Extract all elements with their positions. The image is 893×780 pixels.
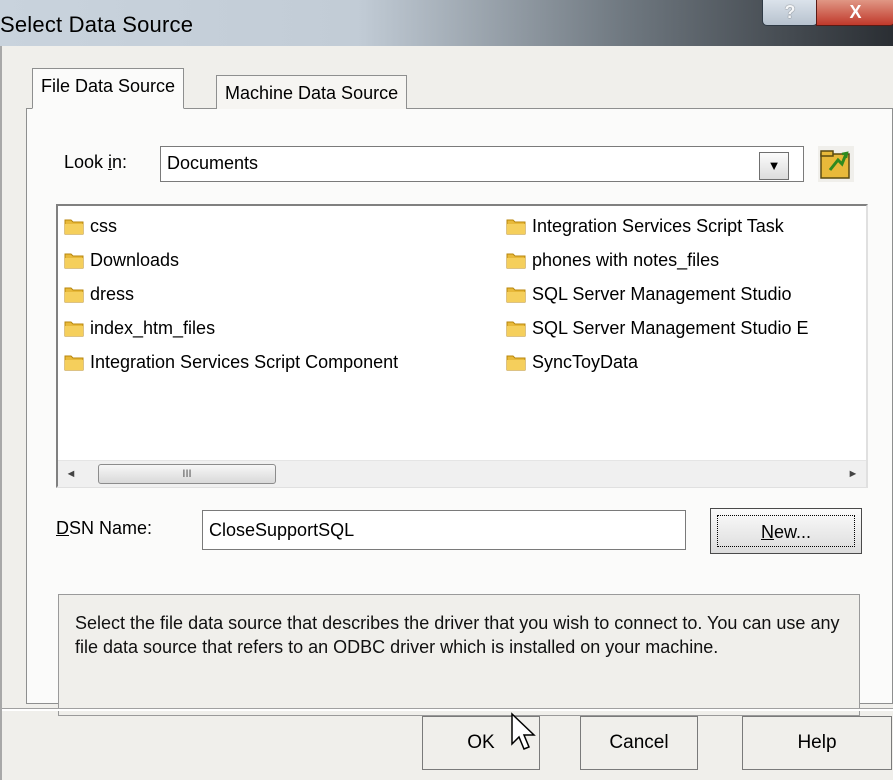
folder-up-icon bbox=[820, 150, 850, 179]
mouse-cursor-icon bbox=[511, 712, 536, 750]
title-bar: Select Data Source ? X bbox=[0, 0, 893, 46]
list-item[interactable]: SQL Server Management Studio bbox=[506, 280, 791, 308]
new-button-label: New... bbox=[717, 515, 855, 547]
list-item[interactable]: css bbox=[64, 212, 117, 240]
list-item[interactable]: dress bbox=[64, 280, 134, 308]
scroll-left-icon[interactable]: ◄ bbox=[62, 465, 80, 483]
dialog-body: File Data Source Machine Data Source Loo… bbox=[0, 46, 893, 780]
look-in-combobox[interactable]: Documents bbox=[160, 146, 804, 182]
help-button[interactable]: Help bbox=[742, 716, 892, 770]
tab-machine-data-source[interactable]: Machine Data Source bbox=[216, 75, 408, 109]
list-item[interactable]: SQL Server Management Studio E bbox=[506, 314, 808, 342]
dsn-name-label: DSN Name: bbox=[56, 518, 153, 538]
list-item[interactable]: phones with notes_files bbox=[506, 246, 719, 274]
description-text: Select the file data source that describ… bbox=[75, 613, 840, 657]
up-one-level-button[interactable] bbox=[818, 146, 854, 182]
scroll-right-icon[interactable]: ► bbox=[844, 465, 862, 483]
folder-icon bbox=[64, 317, 84, 337]
chevron-down-icon[interactable]: ▼ bbox=[759, 152, 789, 180]
file-list[interactable]: css Downloads dress index_htm_files Inte… bbox=[56, 204, 868, 488]
title-help-button[interactable]: ? bbox=[762, 0, 818, 26]
list-item[interactable]: Integration Services Script Component bbox=[64, 348, 398, 376]
list-item[interactable]: index_htm_files bbox=[64, 314, 215, 342]
folder-icon bbox=[506, 283, 526, 303]
folder-icon bbox=[64, 351, 84, 371]
folder-icon bbox=[506, 317, 526, 337]
tab-file-data-source[interactable]: File Data Source bbox=[32, 68, 185, 109]
description-box: Select the file data source that describ… bbox=[58, 594, 860, 716]
cancel-button[interactable]: Cancel bbox=[580, 716, 698, 770]
folder-icon bbox=[64, 215, 84, 235]
separator bbox=[2, 708, 893, 711]
folder-icon bbox=[64, 283, 84, 303]
folder-icon bbox=[506, 351, 526, 371]
new-button[interactable]: New... bbox=[710, 508, 862, 554]
scrollbar-thumb[interactable]: III bbox=[98, 464, 276, 484]
folder-icon bbox=[64, 249, 84, 269]
title-close-button[interactable]: X bbox=[816, 0, 893, 26]
look-in-value: Documents bbox=[167, 153, 259, 173]
look-in-label: Look in: bbox=[64, 152, 128, 172]
horizontal-scrollbar[interactable]: ◄ III ► bbox=[58, 460, 866, 487]
folder-icon bbox=[506, 215, 526, 235]
dsn-name-field[interactable] bbox=[202, 510, 686, 550]
folder-icon bbox=[506, 249, 526, 269]
list-item[interactable]: Integration Services Script Task bbox=[506, 212, 784, 240]
window-title: Select Data Source bbox=[0, 12, 194, 37]
title-controls: ? X bbox=[752, 0, 893, 28]
list-item[interactable]: SyncToyData bbox=[506, 348, 638, 376]
list-item[interactable]: Downloads bbox=[64, 246, 179, 274]
